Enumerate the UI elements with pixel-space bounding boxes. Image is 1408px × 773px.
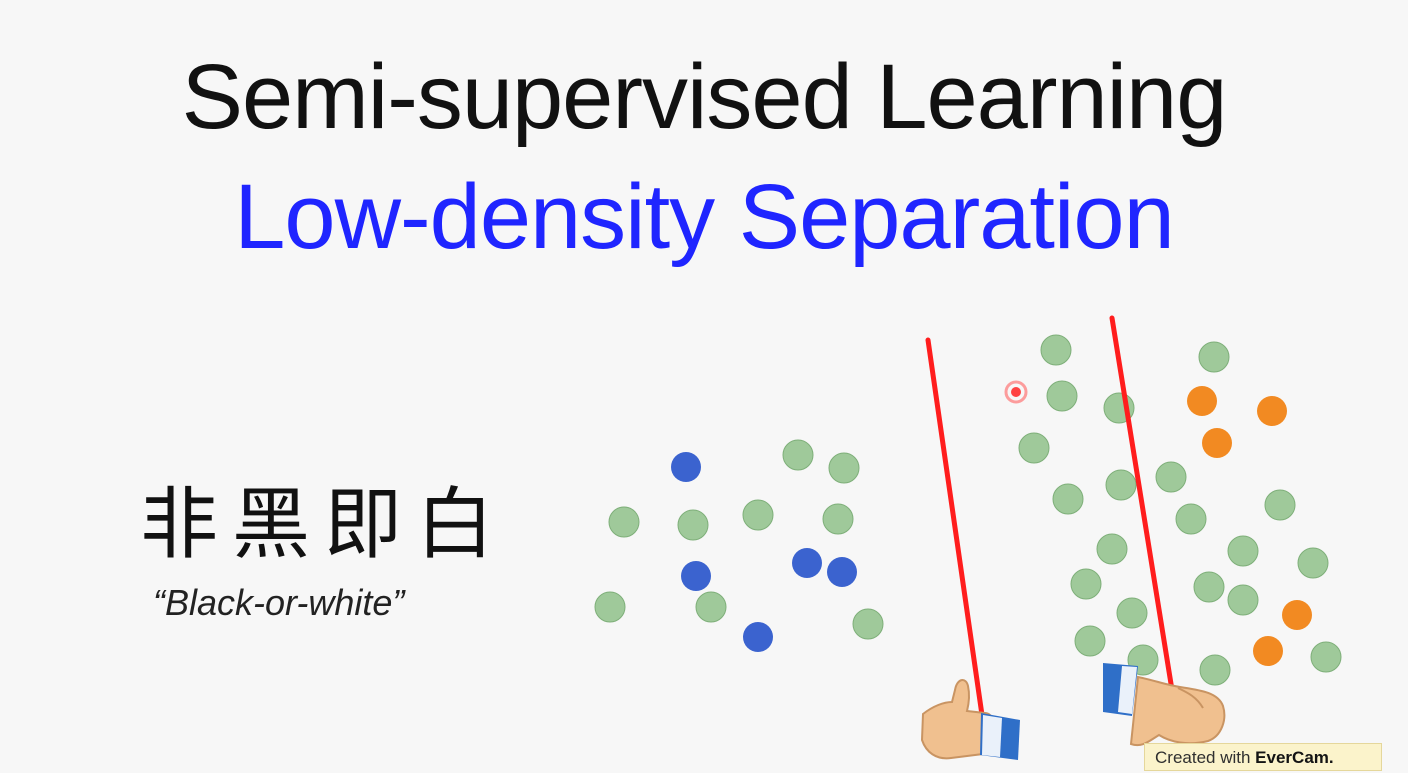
labeled-point-class-2	[1202, 428, 1232, 458]
unlabeled-point	[1116, 597, 1148, 629]
slide: Semi-supervised Learning Low-density Sep…	[0, 0, 1408, 773]
labeled-point-class-2	[1187, 386, 1217, 416]
unlabeled-point	[1193, 571, 1225, 603]
watermark-brand: EverCam.	[1255, 748, 1334, 767]
unlabeled-point	[1040, 334, 1072, 366]
labeled-point-class-1	[827, 557, 857, 587]
labeled-point-class-2	[1282, 600, 1312, 630]
unlabeled-point	[1227, 584, 1259, 616]
watermark-prefix: Created with	[1155, 748, 1251, 767]
labeled-point-class-1	[792, 548, 822, 578]
unlabeled-point	[1074, 625, 1106, 657]
unlabeled-point	[1105, 469, 1137, 501]
unlabeled-point	[1264, 489, 1296, 521]
unlabeled-point	[1310, 641, 1342, 673]
unlabeled-point	[1175, 503, 1207, 535]
unlabeled-point	[1227, 535, 1259, 567]
thumbs-up-icon	[920, 679, 1020, 760]
unlabeled-point	[608, 506, 640, 538]
unlabeled-point	[594, 591, 626, 623]
unlabeled-point	[1052, 483, 1084, 515]
unlabeled-point	[782, 439, 814, 471]
unlabeled-point	[1198, 341, 1230, 373]
labeled-point-class-1	[681, 561, 711, 591]
labeled-point-class-2	[1253, 636, 1283, 666]
evercam-watermark: Created with EverCam.	[1144, 743, 1382, 771]
unlabeled-point	[1046, 380, 1078, 412]
labeled-point-class-1	[671, 452, 701, 482]
unlabeled-point	[1070, 568, 1102, 600]
labeled-point-class-1	[743, 622, 773, 652]
unlabeled-point	[822, 503, 854, 535]
scatter-illustration	[594, 315, 1342, 760]
unlabeled-point	[1155, 461, 1187, 493]
unlabeled-point	[1096, 533, 1128, 565]
laser-pointer-icon	[1004, 380, 1028, 404]
unlabeled-point	[1018, 432, 1050, 464]
good-decision-boundary	[925, 337, 985, 718]
unlabeled-point	[695, 591, 727, 623]
unlabeled-point	[1199, 654, 1231, 686]
unlabeled-point	[1297, 547, 1329, 579]
unlabeled-point	[852, 608, 884, 640]
unlabeled-point	[742, 499, 774, 531]
bad-decision-boundary	[1109, 315, 1175, 693]
unlabeled-point	[828, 452, 860, 484]
unlabeled-point	[677, 509, 709, 541]
labeled-point-class-2	[1257, 396, 1287, 426]
